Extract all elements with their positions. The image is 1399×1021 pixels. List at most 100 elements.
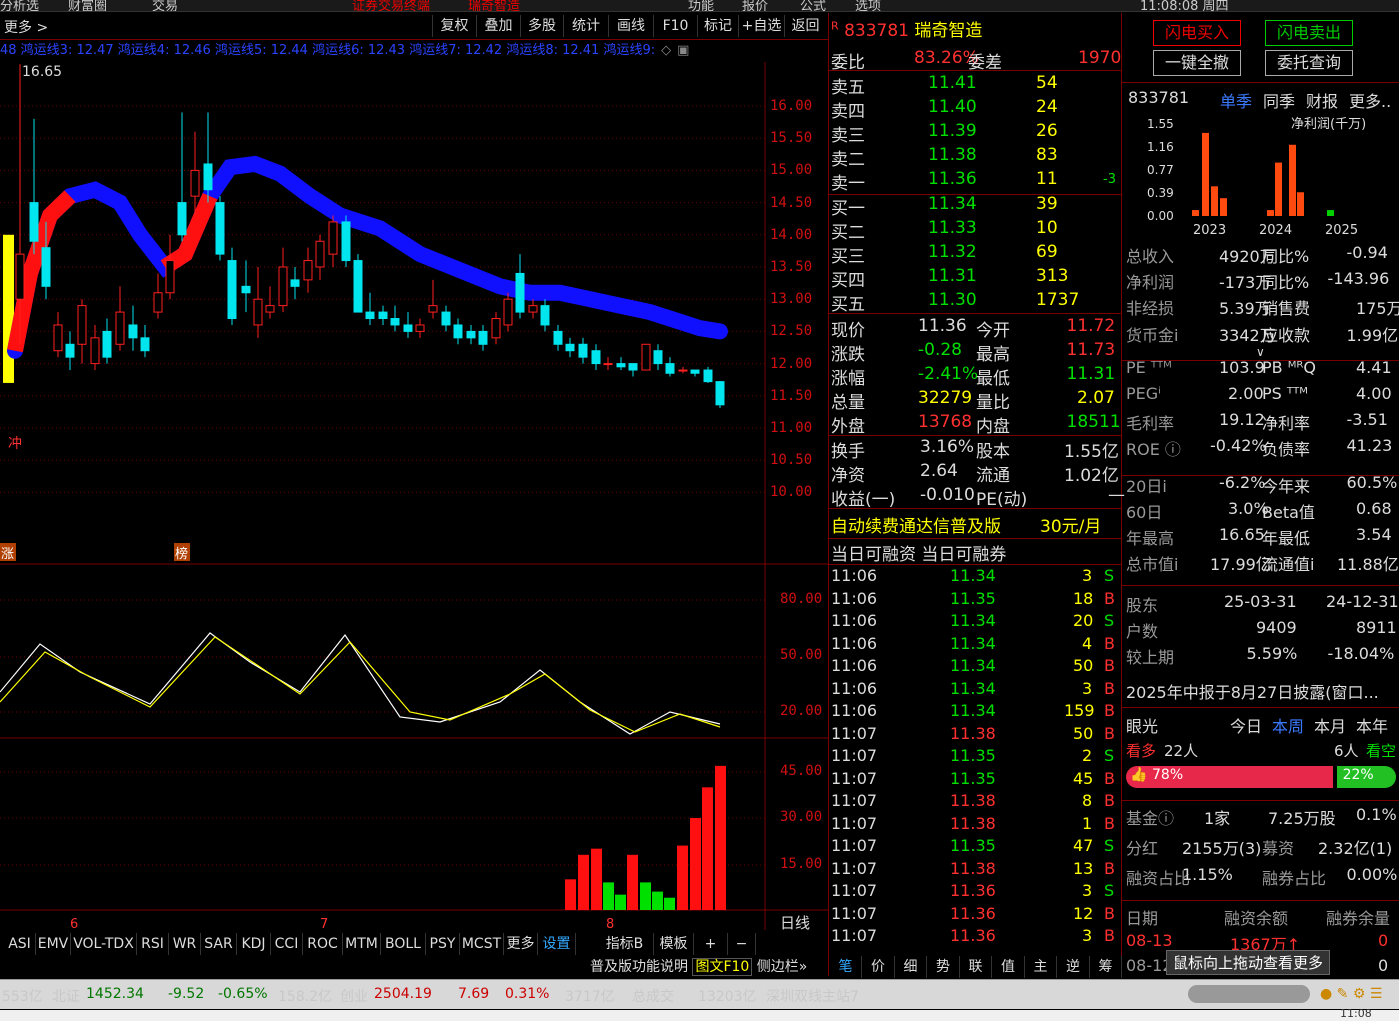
candle <box>227 247 237 325</box>
indicator-tab-17[interactable]: + <box>694 933 728 955</box>
f10-link[interactable]: 图文F10 <box>692 958 753 976</box>
indicator-tab-18[interactable]: − <box>728 933 756 955</box>
status-icons[interactable]: ● ✎ ⚙ ☰ <box>1320 986 1382 1002</box>
eye-tab-2[interactable]: 本月 <box>1314 713 1346 737</box>
toolbar-button-3[interactable]: 统计 <box>563 15 608 37</box>
toolbar-button-6[interactable]: 标记 <box>697 15 738 37</box>
price-tick: 15.50 <box>770 130 813 147</box>
candle <box>540 299 550 332</box>
indicator-tab-7[interactable]: CCI <box>271 933 303 955</box>
tick-tab-3[interactable]: 势 <box>928 956 960 978</box>
indicator-tab-4[interactable]: WR <box>169 933 201 955</box>
tick-price: 11.38 <box>950 723 996 743</box>
menu-item[interactable]: 功能 <box>688 0 714 11</box>
indicator-tab-13[interactable]: 更多 <box>504 933 538 955</box>
toolbar-button-0[interactable]: 复权 <box>432 15 476 37</box>
menu-item[interactable]: 分析选 <box>0 0 39 11</box>
candle <box>115 286 125 351</box>
share-date-1: 25-03-31 <box>1224 592 1297 611</box>
candle <box>565 337 575 358</box>
indicator-tab-6[interactable]: KDJ <box>237 933 271 955</box>
window-icon[interactable]: ▣ <box>677 43 689 58</box>
indicator-tab-12[interactable]: MCST <box>460 933 504 955</box>
eye-tab-0[interactable]: 今日 <box>1230 713 1262 737</box>
toolbar-button-8[interactable]: 返回 <box>784 15 826 37</box>
tick-volume: 18 <box>1073 588 1094 608</box>
indicator-tab-5[interactable]: SAR <box>201 933 237 955</box>
indicator-tab-15[interactable]: 指标B <box>596 933 654 955</box>
year-label: 2024 <box>1259 223 1292 238</box>
indicator-tab-11[interactable]: PSY <box>426 933 460 955</box>
toolbar-button-1[interactable]: 叠加 <box>476 15 520 37</box>
tick-price: 11.36 <box>950 903 996 923</box>
ad-banner[interactable]: 自动续费通达信普及版 <box>831 512 1001 537</box>
fin-label: 今年来 <box>1262 476 1311 496</box>
tick-volume: 8 <box>1082 791 1093 810</box>
indicator-tab-8[interactable]: ROC <box>303 933 343 955</box>
flash-sell-button[interactable]: 闪电卖出 <box>1265 20 1353 46</box>
period-label[interactable]: 日线 <box>780 914 810 930</box>
tick-tab-7[interactable]: 逆 <box>1058 956 1090 978</box>
scroll-slider[interactable] <box>1188 985 1310 1003</box>
menu-item[interactable]: 交易 <box>152 0 178 11</box>
eye-tab-1[interactable]: 本周 <box>1272 713 1304 737</box>
cancel-all-button[interactable]: 一键全撤 <box>1153 50 1241 76</box>
menu-item[interactable]: 公式 <box>800 0 826 11</box>
toolbar-button-2[interactable]: 多股 <box>520 15 563 37</box>
tick-side: B <box>1104 723 1115 743</box>
fin-label: ROE ⓘ <box>1126 440 1181 460</box>
kline-chart-area[interactable]: 16.65 冲涨 榜 6 7 8 日线 <box>0 62 828 930</box>
zhang-label: 涨 <box>1 547 14 562</box>
row-label: 买三 <box>831 247 865 267</box>
tick-tab-1[interactable]: 价 <box>863 956 895 978</box>
tick-tab-4[interactable]: 联 <box>960 956 992 978</box>
stat-value: — <box>1108 485 1125 505</box>
thumbs-up-icon[interactable]: 👍 <box>1130 767 1147 783</box>
tick-tab-5[interactable]: 值 <box>993 956 1025 978</box>
feature-help-link[interactable]: 普及版功能说明 <box>590 959 688 975</box>
tick-tab-6[interactable]: 主 <box>1025 956 1057 978</box>
eye-tab-3[interactable]: 本年 <box>1356 713 1388 737</box>
candle <box>641 343 651 371</box>
candle <box>678 366 688 374</box>
expand-chevron-icon[interactable]: ∨ <box>1256 345 1265 359</box>
indicator-tab-3[interactable]: RSI <box>137 933 169 955</box>
row-label: 卖三 <box>831 126 865 146</box>
row-price: 11.40 <box>928 97 977 117</box>
toolbar-button-5[interactable]: F10 <box>653 15 697 37</box>
tick-tab-2[interactable]: 细 <box>895 956 927 978</box>
more-button[interactable]: 更多 > <box>4 17 48 37</box>
ad-price[interactable]: 30元/月 <box>1040 512 1101 537</box>
tick-tab-0[interactable]: 笔 <box>830 956 862 978</box>
tick-volume: 2 <box>1082 746 1093 765</box>
report-date[interactable]: 2025年中报于8月27日披露(窗口... <box>1126 679 1379 703</box>
indicator-tab-14[interactable]: 设置 <box>538 933 576 955</box>
status-bar: 553亿 北证 1452.34 -9.52 -0.65% 158.2亿 创业 2… <box>0 979 1399 1009</box>
indicator-tab-1[interactable]: EMV <box>36 933 71 955</box>
order-query-button[interactable]: 委托查询 <box>1265 50 1353 76</box>
stat-label: 最低 <box>976 369 1010 389</box>
bear-pct: 22% <box>1342 767 1374 783</box>
menu-item[interactable]: 选项 <box>855 0 881 11</box>
indicator-tab-10[interactable]: BOLL <box>381 933 426 955</box>
toolbar-button-7[interactable]: +自选 <box>738 15 784 37</box>
menu-item[interactable]: 报价 <box>742 0 768 11</box>
price-tick: 14.50 <box>770 194 813 211</box>
diamond-icon[interactable]: ◇ <box>661 43 671 58</box>
bse-amount: 158.2亿 <box>278 989 333 1005</box>
indicator-tab-9[interactable]: MTM <box>343 933 381 955</box>
sidebar-link[interactable]: 侧边栏» <box>757 959 808 975</box>
candle <box>403 312 413 338</box>
stat-label: 总量 <box>831 393 865 413</box>
stat-value: -2.41% <box>918 364 979 384</box>
tick-tab-8[interactable]: 筹 <box>1090 956 1122 978</box>
bid-row-2: 买三 11.32 69 <box>831 242 1119 267</box>
menu-item[interactable]: 财富圈 <box>68 0 107 11</box>
shareholder-label: 股东 <box>1126 596 1159 615</box>
indicator-tab-16[interactable]: 模板 <box>654 933 694 955</box>
indicator-tab-0[interactable]: ASI <box>4 933 36 955</box>
flash-buy-button[interactable]: 闪电买入 <box>1153 20 1241 46</box>
indicator-tab-2[interactable]: VOL-TDX <box>71 933 137 955</box>
toolbar-button-4[interactable]: 画线 <box>608 15 653 37</box>
row-volume: 26 <box>1036 121 1058 141</box>
